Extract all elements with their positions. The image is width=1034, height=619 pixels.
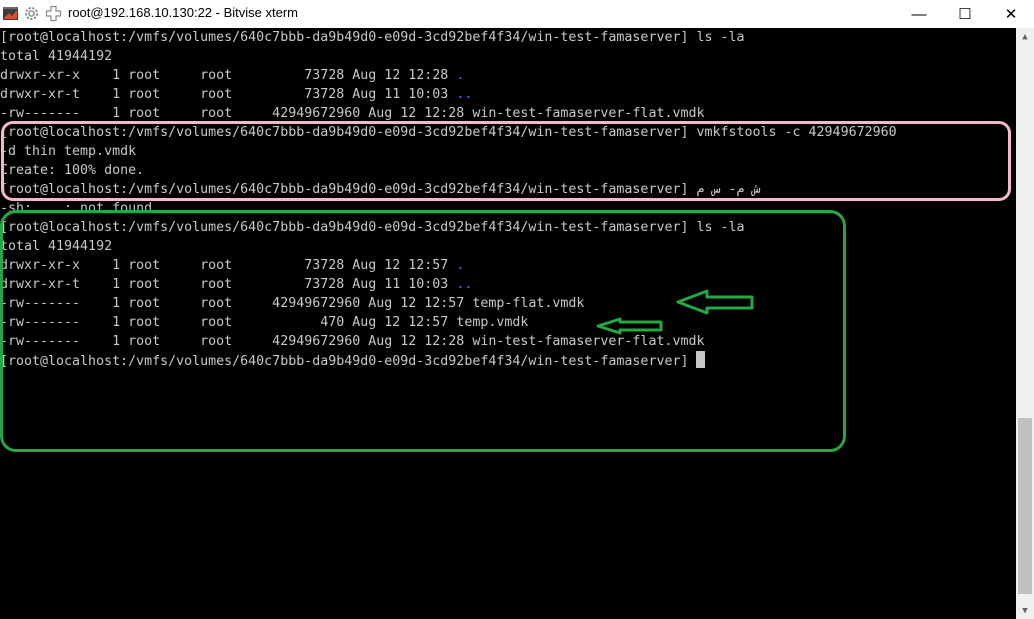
terminal-line: -rw------- 1 root root 42949672960 Aug 1…	[0, 106, 705, 121]
close-button[interactable]: ✕	[988, 0, 1034, 28]
new-terminal-icon[interactable]	[45, 5, 62, 22]
app-icon[interactable]	[2, 5, 19, 22]
terminal-line: total 41944192	[0, 239, 113, 254]
terminal-line: drwxr-xr-t 1 root root 73728 Aug 11 10:0…	[0, 277, 473, 292]
terminal-line: [root@localhost:/vmfs/volumes/640c7bbb-d…	[0, 220, 745, 235]
text-cursor	[696, 351, 706, 368]
gear-icon[interactable]	[23, 5, 40, 22]
terminal-line: Create: 100% done.	[0, 163, 145, 178]
vertical-scrollbar[interactable]: ▲ ▼	[1016, 28, 1034, 619]
terminal-line: drwxr-xr-t 1 root root 73728 Aug 11 10:0…	[0, 87, 473, 102]
window-title: root@192.168.10.130:22 - Bitvise xterm	[68, 5, 298, 20]
maximize-button[interactable]: ☐	[942, 0, 988, 28]
minimize-button[interactable]: —	[896, 0, 942, 28]
title-bar: root@192.168.10.130:22 - Bitvise xterm —…	[0, 0, 1034, 28]
terminal-line: -rw------- 1 root root 42949672960 Aug 1…	[0, 334, 705, 349]
terminal-line: -rw------- 1 root root 470 Aug 12 12:57 …	[0, 315, 529, 330]
terminal-line: drwxr-xr-x 1 root root 73728 Aug 12 12:2…	[0, 68, 465, 83]
terminal-prompt-line: [root@localhost:/vmfs/volumes/640c7bbb-d…	[0, 351, 706, 370]
scroll-down-arrow-icon[interactable]: ▼	[1016, 602, 1034, 619]
terminal-output[interactable]: [root@localhost:/vmfs/volumes/640c7bbb-d…	[0, 28, 1016, 619]
terminal-line: drwxr-xr-x 1 root root 73728 Aug 12 12:5…	[0, 258, 465, 273]
scroll-up-arrow-icon[interactable]: ▲	[1016, 28, 1034, 45]
terminal-line: -sh: ...: not found	[0, 201, 153, 216]
maximize-icon: ☐	[958, 6, 972, 23]
terminal-line: -rw------- 1 root root 42949672960 Aug 1…	[0, 296, 585, 311]
terminal-line: -d thin temp.vmdk	[0, 144, 137, 159]
terminal-line: [root@localhost:/vmfs/volumes/640c7bbb-d…	[0, 30, 745, 45]
terminal-line: [root@localhost:/vmfs/volumes/640c7bbb-d…	[0, 125, 897, 140]
scrollbar-thumb[interactable]	[1018, 418, 1032, 594]
terminal-line: total 41944192	[0, 49, 113, 64]
terminal-line: [root@localhost:/vmfs/volumes/640c7bbb-d…	[0, 182, 761, 197]
minimize-icon: —	[911, 5, 927, 23]
close-icon: ✕	[1004, 6, 1018, 23]
